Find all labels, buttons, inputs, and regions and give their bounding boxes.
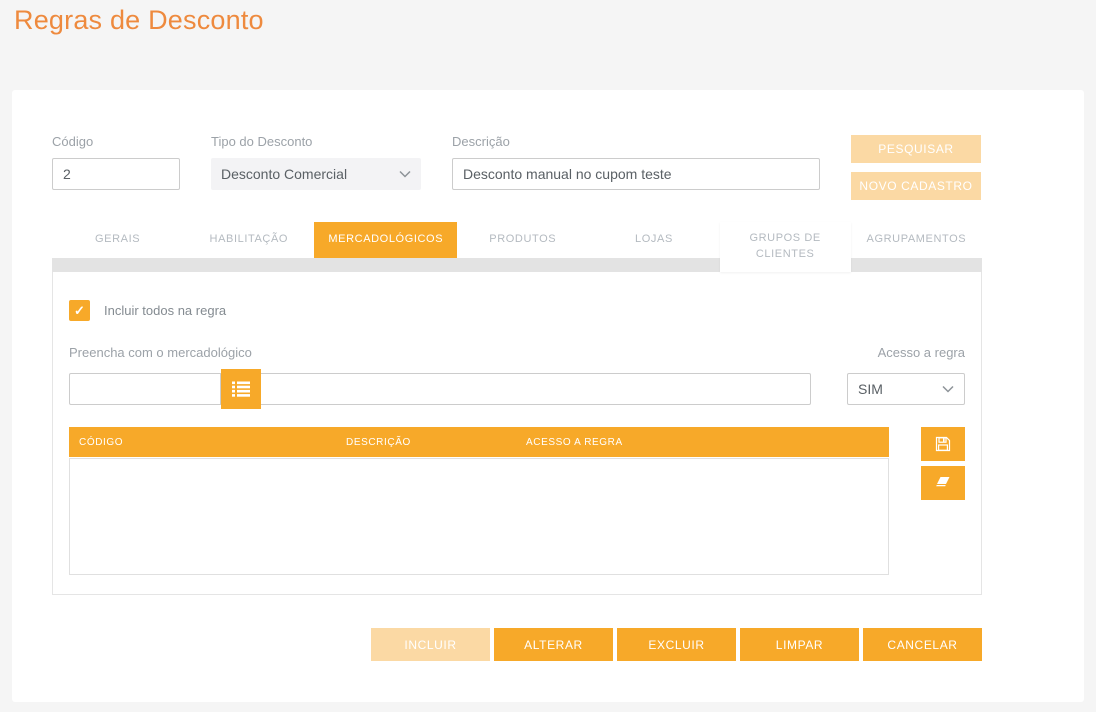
save-row-button[interactable] (921, 427, 965, 461)
codigo-label: Código (52, 134, 94, 149)
novo-cadastro-button[interactable]: NOVO CADASTRO (851, 172, 981, 200)
eraser-icon (935, 477, 949, 487)
descricao-field-group: Descrição (452, 134, 820, 190)
search-form: Código Tipo do Desconto Desconto Comerci… (52, 134, 982, 200)
cancelar-button[interactable]: CANCELAR (863, 628, 982, 661)
tipo-desconto-label: Tipo do Desconto (211, 134, 313, 149)
list-icon (232, 381, 250, 397)
mercadologico-code-input[interactable] (69, 373, 221, 405)
main-card: Código Tipo do Desconto Desconto Comerci… (12, 90, 1084, 702)
tipo-desconto-select[interactable]: Desconto Comercial (211, 158, 421, 190)
tabs-section: GERAIS HABILITAÇÃO MERCADOLÓGICOS PRODUT… (52, 222, 982, 272)
clear-row-button[interactable] (921, 466, 965, 500)
mercadologicos-panel: ✓ Incluir todos na regra Preencha com o … (52, 272, 982, 595)
column-header-acesso-a-regra: ACESSO A REGRA (526, 436, 623, 448)
mercadologico-description-input[interactable] (261, 373, 811, 405)
table-header-row: CÓDIGO DESCRIÇÃO ACESSO A REGRA (69, 427, 889, 457)
tab-habilitacao[interactable]: HABILITAÇÃO (183, 222, 314, 258)
limpar-button[interactable]: LIMPAR (740, 628, 859, 661)
tab-agrupamentos[interactable]: AGRUPAMENTOS (851, 222, 982, 258)
tab-mercadologicos[interactable]: MERCADOLÓGICOS (314, 222, 458, 258)
mercadologicos-table: CÓDIGO DESCRIÇÃO ACESSO A REGRA (69, 427, 889, 575)
pesquisar-button[interactable]: PESQUISAR (851, 135, 981, 163)
codigo-field-group: Código (52, 134, 180, 190)
picker-inputs-row: SIM (69, 369, 965, 409)
alterar-button[interactable]: ALTERAR (494, 628, 613, 661)
tab-lojas[interactable]: LOJAS (588, 222, 719, 258)
acesso-regra-select[interactable]: SIM (847, 373, 965, 405)
search-actions: PESQUISAR NOVO CADASTRO (851, 135, 981, 200)
column-header-descricao: DESCRIÇÃO (346, 436, 411, 448)
descricao-label: Descrição (452, 134, 510, 149)
excluir-button[interactable]: EXCLUIR (617, 628, 736, 661)
page-title: Regras de Desconto (14, 5, 264, 35)
codigo-input[interactable] (52, 158, 180, 190)
tipo-desconto-field-group: Tipo do Desconto Desconto Comercial (211, 134, 421, 190)
tab-grupos-de-clientes[interactable]: GRUPOS DE CLIENTES (719, 222, 851, 272)
check-icon: ✓ (74, 302, 85, 318)
chevron-down-icon (399, 170, 411, 178)
descricao-input[interactable] (452, 158, 820, 190)
table-side-actions (921, 427, 965, 500)
tab-produtos[interactable]: PRODUTOS (457, 222, 588, 258)
include-all-label: Incluir todos na regra (104, 303, 227, 318)
bottom-actions: INCLUIR ALTERAR EXCLUIR LIMPAR CANCELAR (52, 628, 982, 661)
mercadologicos-table-section: CÓDIGO DESCRIÇÃO ACESSO A REGRA (69, 427, 965, 575)
table-body-empty (69, 458, 889, 575)
chevron-down-icon (942, 385, 954, 393)
mercadologico-lookup-button[interactable] (221, 369, 261, 409)
tab-bar: GERAIS HABILITAÇÃO MERCADOLÓGICOS PRODUT… (52, 222, 982, 272)
acesso-regra-label: Acesso a regra (877, 345, 965, 360)
save-icon (935, 436, 951, 452)
tipo-desconto-value: Desconto Comercial (221, 166, 348, 182)
acesso-regra-value: SIM (858, 381, 883, 397)
picker-labels-row: Preencha com o mercadológico Acesso a re… (69, 345, 965, 360)
column-header-codigo: CÓDIGO (79, 436, 124, 448)
tab-gerais[interactable]: GERAIS (52, 222, 183, 258)
mercadologico-label: Preencha com o mercadológico (69, 345, 252, 360)
incluir-button[interactable]: INCLUIR (371, 628, 490, 661)
include-all-checkbox[interactable]: ✓ (69, 300, 90, 321)
include-all-row: ✓ Incluir todos na regra (69, 300, 965, 321)
